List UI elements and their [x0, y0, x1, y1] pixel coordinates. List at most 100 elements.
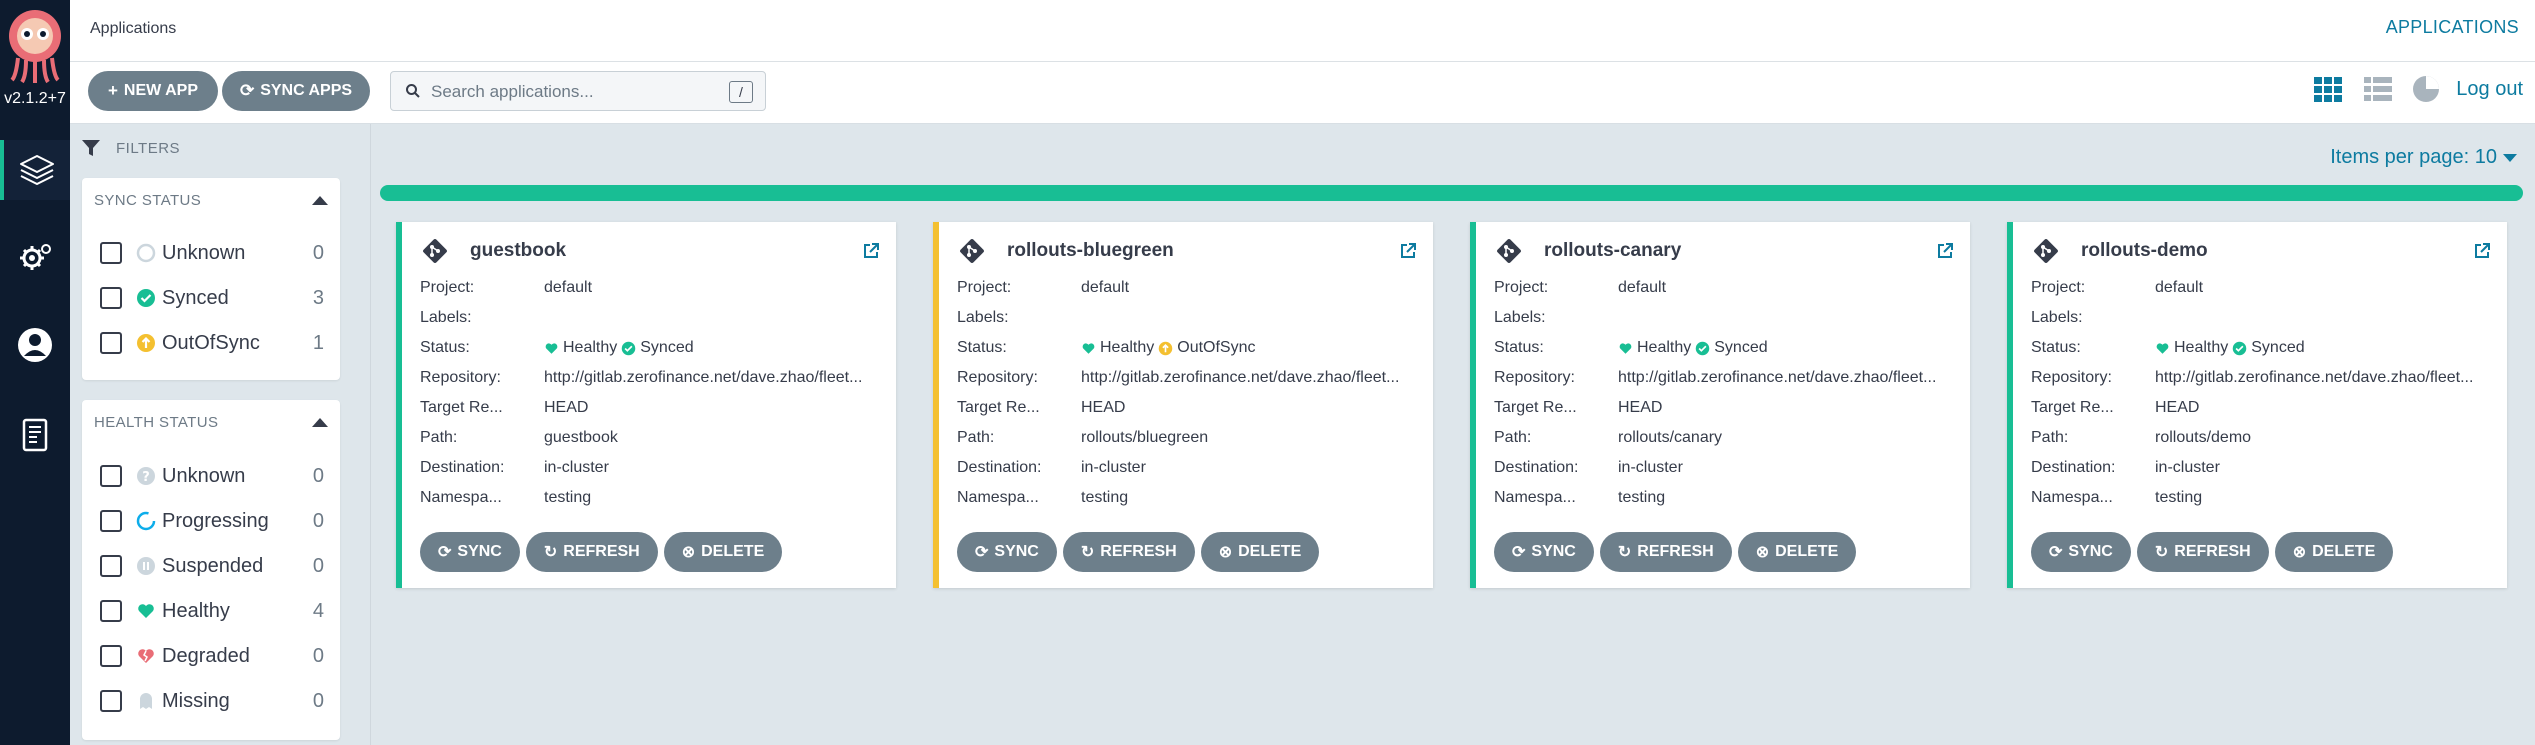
- filters-header[interactable]: FILTERS: [80, 134, 180, 162]
- filter-health-unknown[interactable]: ? Unknown 0: [100, 461, 324, 491]
- nav-settings[interactable]: [0, 228, 70, 288]
- filter-health-healthy[interactable]: Healthy 4: [100, 596, 324, 626]
- question-circle-icon: ?: [136, 466, 156, 486]
- filter-health-missing[interactable]: Missing 0: [100, 686, 324, 716]
- status-value: Healthy Synced: [1618, 339, 1956, 357]
- refresh-icon: ↻: [2154, 544, 2169, 561]
- checkbox[interactable]: [100, 600, 122, 622]
- delete-button[interactable]: ⊗ DELETE: [1737, 532, 1857, 572]
- sync-icon: ⟳: [239, 81, 255, 100]
- toolbar: + NEW APP ⟳ SYNC APPS Search application…: [70, 62, 2535, 124]
- nav-documentation[interactable]: [0, 405, 70, 465]
- nav-applications[interactable]: [0, 140, 70, 200]
- top-bar: Applications APPLICATIONS: [70, 0, 2535, 62]
- breadcrumb[interactable]: Applications: [90, 20, 176, 38]
- app-card[interactable]: rollouts-demo Project: default Labels: St…: [2007, 222, 2507, 588]
- card-header: guestbook: [420, 236, 878, 266]
- sync-apps-button[interactable]: ⟳ SYNC APPS: [222, 71, 370, 111]
- search-placeholder: Search applications...: [431, 82, 594, 101]
- arrow-up-circle-icon: [136, 333, 156, 353]
- filter-health-progressing[interactable]: Progressing 0: [100, 506, 324, 536]
- namespace-value: testing: [1081, 489, 1129, 506]
- delete-button[interactable]: ⊗ DELETE: [2274, 532, 2394, 572]
- tiles-view-icon[interactable]: [2311, 72, 2345, 106]
- checkbox[interactable]: [100, 690, 122, 712]
- delete-label: DELETE: [701, 543, 765, 560]
- ghost-icon: [136, 691, 156, 711]
- field-label: Path:: [957, 429, 995, 446]
- delete-button[interactable]: ⊗ DELETE: [663, 532, 783, 572]
- logout-link[interactable]: Log out: [2456, 78, 2523, 101]
- app-card[interactable]: rollouts-canary Project: default Labels: …: [1470, 222, 1970, 588]
- app-name[interactable]: rollouts-canary: [1544, 240, 1681, 262]
- new-app-button[interactable]: + NEW APP: [88, 71, 218, 111]
- checkbox[interactable]: [100, 465, 122, 487]
- check-circle-icon: [1696, 341, 1710, 355]
- filter-sync-outofsync[interactable]: OutOfSync 1: [100, 328, 324, 358]
- namespace-value: testing: [1618, 489, 1666, 506]
- git-icon: [423, 239, 447, 263]
- delete-label: DELETE: [2312, 543, 2376, 560]
- refresh-button[interactable]: ↻ REFRESH: [1062, 532, 1195, 572]
- refresh-label: REFRESH: [1637, 543, 1714, 560]
- field-label: Labels:: [420, 309, 472, 326]
- repository-value: http://gitlab.zerofinance.net/dave.zhao/…: [1618, 369, 1937, 386]
- collapse-caret-icon[interactable]: [312, 196, 328, 205]
- collapse-caret-icon[interactable]: [312, 418, 328, 427]
- summary-view-icon[interactable]: [2409, 72, 2443, 106]
- filter-label: Unknown: [162, 241, 246, 264]
- filter-health-degraded[interactable]: Degraded 0: [100, 641, 324, 671]
- field-label: Repository:: [957, 369, 1038, 386]
- app-name[interactable]: guestbook: [470, 240, 566, 262]
- checkbox[interactable]: [100, 242, 122, 264]
- field-label: Target Re...: [957, 399, 1040, 416]
- filter-health-suspended[interactable]: Suspended 0: [100, 551, 324, 581]
- nav-user-info[interactable]: [0, 315, 70, 375]
- sync-button[interactable]: ⟳ SYNC: [2031, 532, 2131, 572]
- field-label: Project:: [957, 279, 1012, 296]
- refresh-button[interactable]: ↻ REFRESH: [525, 532, 658, 572]
- field-label: Path:: [420, 429, 458, 446]
- app-name[interactable]: rollouts-bluegreen: [1007, 240, 1174, 262]
- search-input[interactable]: Search applications... /: [390, 71, 766, 111]
- field-label: Labels:: [2031, 309, 2083, 326]
- sync-status: Synced: [1714, 339, 1768, 356]
- filter-icon: [82, 140, 100, 156]
- external-link-icon[interactable]: [1399, 242, 1417, 260]
- search-shortcut-key: /: [729, 81, 753, 103]
- git-icon: [1497, 239, 1521, 263]
- app-name[interactable]: rollouts-demo: [2081, 240, 2208, 262]
- project-value: default: [1618, 279, 1667, 296]
- status-value: Healthy Synced: [2155, 339, 2493, 357]
- checkbox[interactable]: [100, 510, 122, 532]
- new-app-label: NEW APP: [123, 82, 198, 99]
- external-link-icon[interactable]: [1936, 242, 1954, 260]
- filter-sync-unknown[interactable]: Unknown 0: [100, 238, 324, 268]
- checkbox[interactable]: [100, 332, 122, 354]
- sync-button[interactable]: ⟳ SYNC: [420, 532, 520, 572]
- app-card[interactable]: guestbook Project: default Labels: Status…: [396, 222, 896, 588]
- items-per-page-select[interactable]: Items per page: 10: [2330, 146, 2517, 169]
- checkbox[interactable]: [100, 555, 122, 577]
- check-circle-icon: [136, 288, 156, 308]
- filter-label: Unknown: [162, 464, 246, 487]
- filter-count: 0: [312, 241, 324, 264]
- app-card[interactable]: rollouts-bluegreen Project: default Label…: [933, 222, 1433, 588]
- field-label: Destination:: [957, 459, 1042, 476]
- refresh-button[interactable]: ↻ REFRESH: [1599, 532, 1732, 572]
- unknown-circle-icon: [136, 243, 156, 263]
- sync-status: OutOfSync: [1177, 339, 1256, 356]
- field-label: Project:: [2031, 279, 2086, 296]
- filter-sync-synced[interactable]: Synced 3: [100, 283, 324, 313]
- external-link-icon[interactable]: [2473, 242, 2491, 260]
- sync-button[interactable]: ⟳ SYNC: [957, 532, 1057, 572]
- argo-logo[interactable]: [8, 6, 62, 84]
- delete-button[interactable]: ⊗ DELETE: [1200, 532, 1320, 572]
- sync-button[interactable]: ⟳ SYNC: [1494, 532, 1594, 572]
- field-label: Path:: [1494, 429, 1532, 446]
- checkbox[interactable]: [100, 287, 122, 309]
- list-view-icon[interactable]: [2361, 72, 2395, 106]
- refresh-button[interactable]: ↻ REFRESH: [2136, 532, 2269, 572]
- external-link-icon[interactable]: [862, 242, 880, 260]
- checkbox[interactable]: [100, 645, 122, 667]
